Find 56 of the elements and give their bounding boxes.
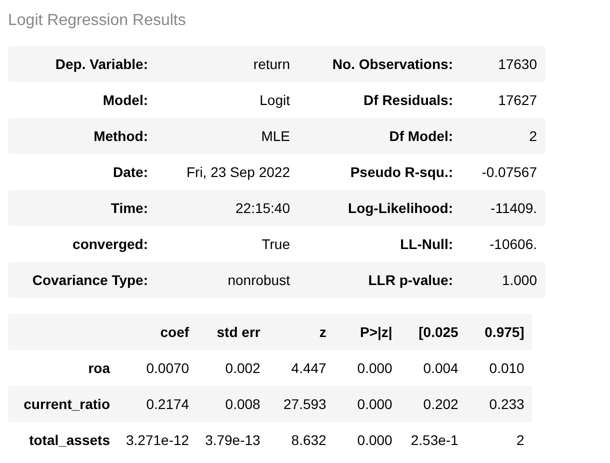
table-cell: Log-Likelihood: — [298, 190, 461, 226]
table-cell: 0.004 — [400, 350, 466, 386]
table-cell: Pseudo R-squ.: — [298, 154, 461, 190]
row-header: roa — [8, 350, 118, 386]
table-cell: Df Residuals: — [298, 82, 461, 118]
table-cell: 4.447 — [268, 350, 334, 386]
table-cell: 17627 — [461, 82, 545, 118]
column-header: P>|z| — [334, 314, 400, 350]
column-header: 0.975] — [466, 314, 532, 350]
table-cell: MLE — [156, 118, 298, 154]
table-cell: Date: — [8, 154, 156, 190]
table-cell: Fri, 23 Sep 2022 — [156, 154, 298, 190]
table-cell: Time: — [8, 190, 156, 226]
table-cell: 2.53e-1 — [400, 422, 466, 458]
table-cell: 0.002 — [197, 350, 268, 386]
column-header: [0.025 — [400, 314, 466, 350]
table-cell: 0.2174 — [118, 386, 198, 422]
table-cell: 0.000 — [334, 350, 400, 386]
table-cell: Covariance Type: — [8, 262, 156, 298]
table-cell: 22:15:40 — [156, 190, 298, 226]
table-cell: No. Observations: — [298, 46, 461, 82]
table-cell: Dep. Variable: — [8, 46, 156, 82]
column-header: z — [268, 314, 334, 350]
table-cell: 0.0070 — [118, 350, 198, 386]
table-cell: Model: — [8, 82, 156, 118]
table-cell: 8.632 — [268, 422, 334, 458]
table-cell: 1.000 — [461, 262, 545, 298]
table-cell: 27.593 — [268, 386, 334, 422]
table-cell: Method: — [8, 118, 156, 154]
table-cell: -0.07567 — [461, 154, 545, 190]
table-cell: LLR p-value: — [298, 262, 461, 298]
column-header: coef — [118, 314, 198, 350]
table-cell: 0.000 — [334, 422, 400, 458]
table-cell: 0.233 — [466, 386, 532, 422]
table-cell: 2 — [461, 118, 545, 154]
table-cell: 17630 — [461, 46, 545, 82]
row-header: current_ratio — [8, 386, 118, 422]
table-cell: 0.202 — [400, 386, 466, 422]
table-cell: LL-Null: — [298, 226, 461, 262]
table-cell: 0.010 — [466, 350, 532, 386]
table-cell: 0.008 — [197, 386, 268, 422]
table-cell: -11409. — [461, 190, 545, 226]
column-header: std err — [197, 314, 268, 350]
table-cell: -10606. — [461, 226, 545, 262]
table-cell: Logit — [156, 82, 298, 118]
table-cell: 3.271e-12 — [118, 422, 198, 458]
row-header: total_assets — [8, 422, 118, 458]
table-cell: True — [156, 226, 298, 262]
table-cell: 0.000 — [334, 386, 400, 422]
table-cell: nonrobust — [156, 262, 298, 298]
table-cell: 2 — [466, 422, 532, 458]
table-cell: converged: — [8, 226, 156, 262]
table-cell: Df Model: — [298, 118, 461, 154]
table-cell: return — [156, 46, 298, 82]
output-title: Logit Regression Results — [8, 12, 187, 30]
table-cell: 3.79e-13 — [197, 422, 268, 458]
